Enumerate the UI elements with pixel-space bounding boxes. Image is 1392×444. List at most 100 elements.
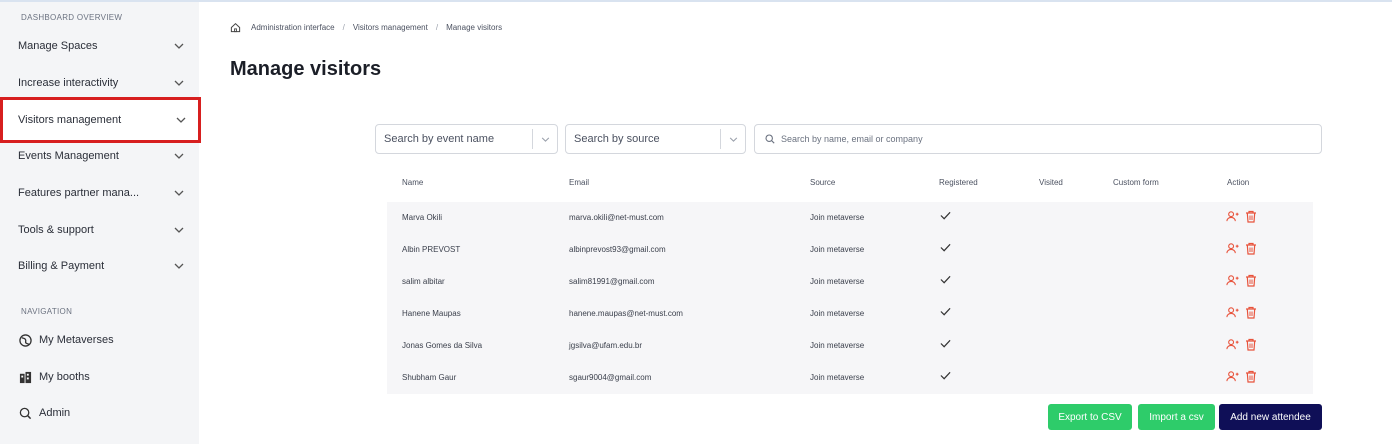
sidebar-item-label: Manage Spaces — [18, 40, 98, 52]
search-box — [754, 124, 1322, 154]
breadcrumb-separator: / — [342, 23, 345, 32]
cell-source: Join metaverse — [810, 373, 865, 382]
nav-item-label: My Metaverses — [39, 334, 114, 346]
source-select[interactable]: Search by source — [565, 124, 746, 154]
cell-source: Join metaverse — [810, 245, 865, 254]
chevron-down-icon[interactable] — [533, 136, 557, 142]
sidebar-item-tools-support[interactable]: Tools & support — [0, 212, 199, 248]
cell-email: jgsilva@ufam.edu.br — [569, 341, 643, 350]
table-row: Hanene Maupas hanene.maupas@net-must.com… — [387, 298, 1313, 330]
user-assign-icon[interactable] — [1226, 306, 1239, 319]
column-header-registered: Registered — [939, 178, 978, 187]
breadcrumb-link-visitors-management[interactable]: Visitors management — [353, 23, 428, 32]
breadcrumb: Administration interface / Visitors mana… — [230, 22, 502, 33]
sidebar-item-visitors-management[interactable]: Visitors management — [0, 97, 201, 143]
nav-item-label: My booths — [39, 371, 90, 383]
nav-item-my-booths[interactable]: My booths — [0, 362, 199, 392]
cell-email: marva.okili@net-must.com — [569, 213, 664, 222]
user-assign-icon[interactable] — [1226, 274, 1239, 287]
user-assign-icon[interactable] — [1226, 370, 1239, 383]
nav-item-label: Admin — [39, 407, 71, 419]
row-actions — [1226, 242, 1258, 255]
cell-source: Join metaverse — [810, 213, 865, 222]
check-icon — [940, 275, 951, 286]
cell-name: salim albitar — [402, 277, 445, 286]
import-csv-button[interactable]: Import a csv — [1138, 404, 1215, 430]
chevron-down-icon — [173, 187, 185, 199]
chevron-down-icon[interactable] — [721, 136, 745, 142]
table-header: Name Email Source Registered Visited Cus… — [387, 170, 1313, 196]
cell-name: Shubham Gaur — [402, 373, 457, 382]
sidebar-item-label: Increase interactivity — [18, 77, 119, 89]
table-row: Jonas Gomes da Silva jgsilva@ufam.edu.br… — [387, 330, 1313, 362]
row-actions — [1226, 306, 1258, 319]
row-actions — [1226, 370, 1258, 383]
check-icon — [940, 307, 951, 318]
search-input[interactable] — [781, 134, 1321, 144]
user-assign-icon[interactable] — [1226, 338, 1239, 351]
cell-name: Jonas Gomes da Silva — [402, 341, 483, 350]
trash-icon[interactable] — [1245, 210, 1258, 223]
row-actions — [1226, 338, 1258, 351]
breadcrumb-link-administration[interactable]: Administration interface — [251, 23, 335, 32]
page-title: Manage visitors — [230, 58, 382, 80]
cell-email: salim81991@gmail.com — [569, 277, 655, 286]
breadcrumb-separator: / — [435, 23, 439, 32]
top-border — [0, 0, 1392, 2]
trash-icon[interactable] — [1245, 306, 1258, 319]
check-icon — [940, 339, 951, 350]
dashboard-overview-title: DASHBOARD OVERVIEW — [21, 13, 123, 22]
chevron-down-icon — [173, 260, 185, 272]
table-row: Marva Okili marva.okili@net-must.com Joi… — [387, 202, 1313, 234]
event-name-placeholder: Search by event name — [384, 133, 495, 145]
sidebar-item-increase-interactivity[interactable]: Increase interactivity — [0, 65, 199, 101]
sidebar-item-label: Events Management — [18, 150, 119, 162]
column-header-custom-form: Custom form — [1113, 178, 1159, 187]
globe-icon — [18, 333, 32, 347]
trash-icon[interactable] — [1245, 274, 1258, 287]
column-header-email: Email — [569, 178, 590, 187]
admin-icon — [18, 406, 32, 420]
check-icon — [940, 371, 951, 382]
breadcrumb-current: Manage visitors — [446, 23, 503, 32]
cell-source: Join metaverse — [810, 309, 865, 318]
column-header-visited: Visited — [1039, 178, 1063, 187]
trash-icon[interactable] — [1245, 338, 1258, 351]
user-assign-icon[interactable] — [1226, 242, 1239, 255]
sidebar-item-events-management[interactable]: Events Management — [0, 138, 199, 174]
sidebar-item-label: Tools & support — [18, 224, 94, 236]
sidebar-item-features-partner[interactable]: Features partner mana... — [0, 175, 199, 211]
nav-item-admin[interactable]: Admin — [0, 398, 199, 428]
cell-name: Albin PREVOST — [402, 245, 461, 254]
navigation-title: NAVIGATION — [21, 307, 73, 316]
cell-email: albinprevost93@gmail.com — [569, 245, 666, 254]
add-attendee-button[interactable]: Add new attendee — [1219, 404, 1322, 430]
row-actions — [1226, 210, 1258, 223]
trash-icon[interactable] — [1245, 370, 1258, 383]
sidebar-item-billing-payment[interactable]: Billing & Payment — [0, 248, 199, 284]
sidebar: DASHBOARD OVERVIEW Manage Spaces Increas… — [0, 2, 201, 444]
chevron-down-icon — [173, 40, 185, 52]
export-csv-button[interactable]: Export to CSV — [1048, 404, 1132, 430]
cell-source: Join metaverse — [810, 277, 865, 286]
row-actions — [1226, 274, 1258, 287]
check-icon — [940, 211, 951, 222]
event-name-select[interactable]: Search by event name — [375, 124, 558, 154]
search-icon — [765, 134, 775, 144]
source-placeholder: Search by source — [574, 133, 660, 145]
table-row: Shubham Gaur sgaur9004@gmail.com Join me… — [387, 362, 1313, 394]
chevron-down-icon — [173, 224, 185, 236]
column-header-action: Action — [1227, 178, 1250, 187]
chevron-down-icon — [175, 114, 187, 126]
user-assign-icon[interactable] — [1226, 210, 1239, 223]
cell-email: sgaur9004@gmail.com — [569, 373, 652, 382]
booths-icon — [18, 370, 32, 384]
cell-email: hanene.maupas@net-must.com — [569, 309, 683, 318]
trash-icon[interactable] — [1245, 242, 1258, 255]
cell-name: Hanene Maupas — [402, 309, 461, 318]
column-header-name: Name — [402, 178, 424, 187]
sidebar-item-manage-spaces[interactable]: Manage Spaces — [0, 28, 199, 64]
home-icon[interactable] — [230, 22, 241, 33]
chevron-down-icon — [173, 77, 185, 89]
nav-item-my-metaverses[interactable]: My Metaverses — [0, 325, 199, 355]
